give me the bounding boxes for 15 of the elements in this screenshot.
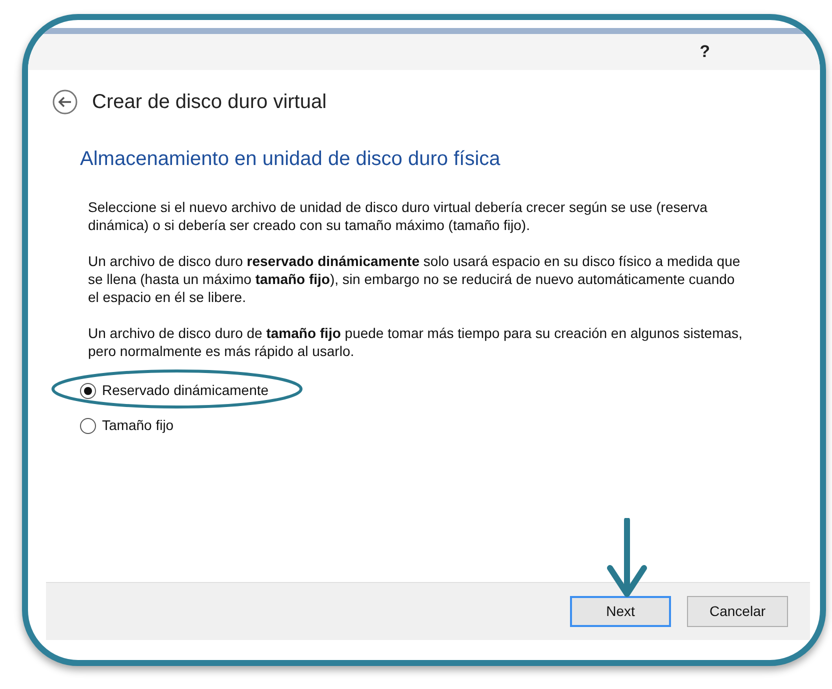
help-button[interactable]: ? bbox=[700, 39, 710, 65]
dialog-button[interactable]: Next bbox=[570, 596, 671, 627]
back-icon[interactable] bbox=[52, 89, 78, 115]
section-heading: Almacenamiento en unidad de disco duro física bbox=[80, 147, 502, 172]
description-paragraph: Seleccione si el nuevo archivo de unidad de disco duro virtual debería crecer según se use (reserva dinámica) o si debería ser creado con su tamaño máximo (tamaño fijo). bbox=[88, 198, 708, 234]
description-paragraph: Un archivo de disco duro reservado dinámicamente solo usará espacio en su disco físico a medida que se llena (hasta un máximo tamaño fijo), sin embargo no se reducirá de nuevo automáticamente cuando el espacio en él se libere. bbox=[88, 252, 742, 306]
dialog-title: Crear de disco duro virtual bbox=[92, 90, 327, 115]
down-arrow-icon bbox=[604, 518, 650, 598]
radio-button[interactable] bbox=[80, 382, 96, 398]
description-paragraph: Un archivo de disco duro de tamaño fijo puede tomar más tiempo para su creación en algunos sistemas, pero normalmente es más rápido al usarlo. bbox=[88, 324, 744, 360]
dialog-button[interactable]: Cancelar bbox=[687, 596, 788, 627]
option-label: Reservado dinámicamente bbox=[102, 381, 269, 400]
radio-option[interactable]: Tamaño fijo bbox=[80, 415, 174, 436]
option-label: Tamaño fijo bbox=[102, 416, 174, 435]
radio-button[interactable] bbox=[80, 418, 96, 434]
